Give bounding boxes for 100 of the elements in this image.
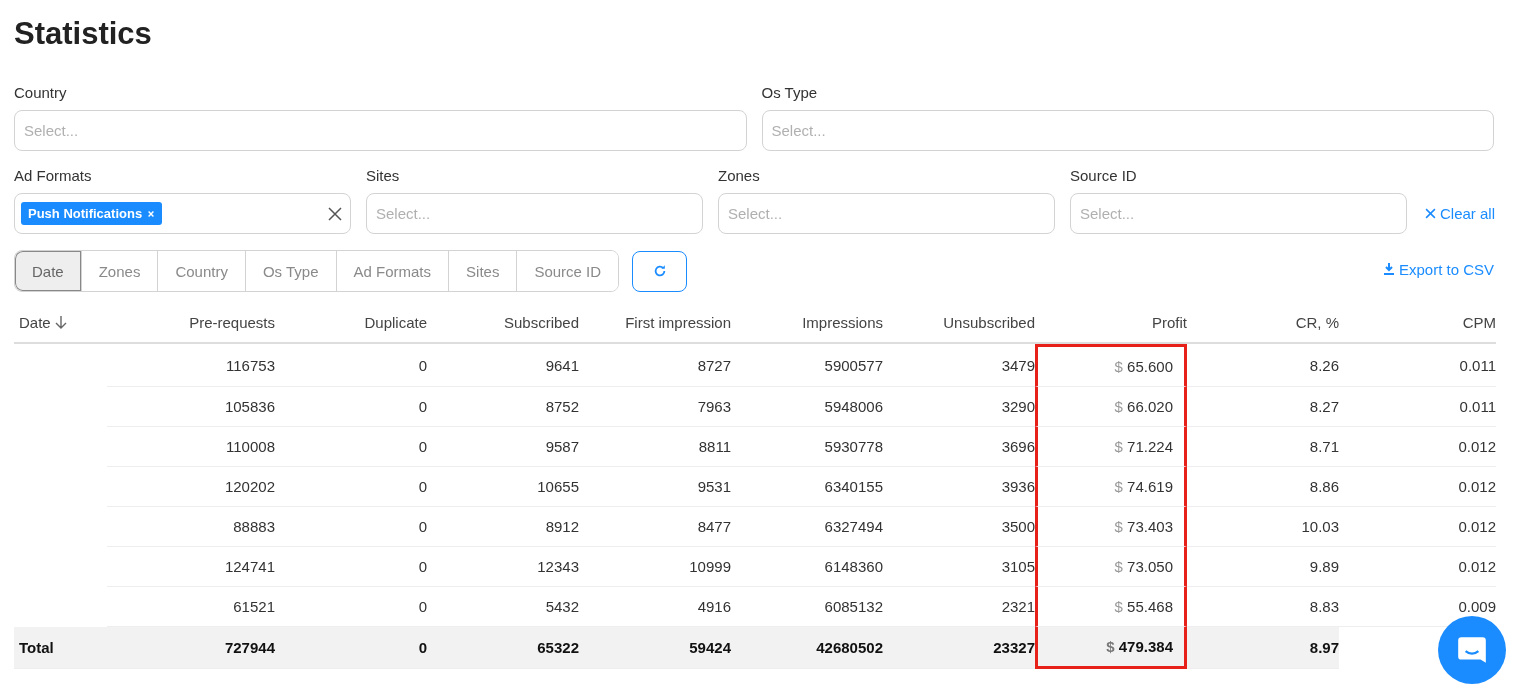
select-field[interactable]: Push Notifications: [14, 193, 351, 234]
table-cell: 8912: [545, 518, 579, 535]
table-cell: 3479: [1001, 356, 1035, 374]
column-header[interactable]: Unsubscribed: [943, 313, 1035, 331]
table-cell: $ 55.468: [1114, 598, 1173, 615]
table-cell: 105836: [224, 398, 275, 415]
table-cell: 8727: [697, 356, 731, 374]
table-cell: 2321: [1001, 598, 1035, 615]
table-cell: 8477: [697, 518, 731, 535]
table-cell: 5948006: [824, 398, 883, 415]
table-cell: 8.83: [1309, 598, 1339, 615]
export-csv-link[interactable]: Export to CSV: [1383, 260, 1494, 278]
table-cell: 9.89: [1309, 558, 1339, 575]
table-cell: $ 73.050: [1114, 558, 1173, 575]
remove-icon[interactable]: [147, 209, 156, 218]
table-cell: 0.012: [1458, 558, 1496, 575]
field-label: Ad Formats: [14, 167, 92, 184]
table-cell: $ 73.403: [1114, 518, 1173, 535]
table-cell: 110008: [226, 438, 275, 455]
total-cell: 727944: [224, 639, 275, 656]
column-header[interactable]: Impressions: [802, 313, 883, 331]
table-cell: 0: [418, 518, 427, 535]
table-cell: 0: [418, 356, 427, 374]
table-cell: 8.26: [1309, 356, 1339, 374]
table-cell: 0.011: [1459, 398, 1496, 415]
table-cell: 0: [418, 398, 427, 415]
table-cell: 12343: [537, 558, 579, 575]
field-label: Sites: [366, 167, 400, 184]
table-cell: 0.011: [1459, 356, 1496, 374]
sort-arrow-icon[interactable]: [54, 315, 67, 329]
table-cell: 0: [418, 558, 427, 575]
select-field[interactable]: Select...: [718, 193, 1055, 234]
table-cell: 10.03: [1301, 518, 1339, 535]
total-cell: $ 479.384: [1106, 638, 1173, 655]
column-header[interactable]: Duplicate: [364, 313, 427, 331]
table-cell: 0: [418, 598, 427, 615]
table-cell: $ 66.020: [1114, 398, 1173, 415]
column-header[interactable]: Profit: [1152, 313, 1187, 331]
select-field[interactable]: Select...: [14, 110, 747, 151]
table-cell: 6085132: [824, 598, 883, 615]
total-cell: 59424: [689, 639, 731, 656]
clear-all-link[interactable]: Clear all: [1425, 193, 1496, 234]
close-icon: [1425, 208, 1436, 219]
total-cell: 8.97: [1309, 639, 1339, 656]
table-cell: $ 65.600: [1114, 358, 1173, 375]
table-cell: 6327494: [824, 518, 883, 535]
column-header[interactable]: Date: [19, 313, 67, 331]
column-header[interactable]: CPM: [1462, 313, 1496, 331]
table-cell: 9531: [697, 478, 731, 495]
refresh-button[interactable]: [632, 250, 688, 292]
table-cell: 116753: [226, 356, 275, 374]
table-cell: 6148360: [824, 558, 883, 575]
group-by-tab[interactable]: Date: [15, 251, 81, 291]
total-cell: Total: [19, 639, 54, 656]
table-cell: 3936: [1001, 478, 1035, 495]
total-cell: 65322: [537, 639, 579, 656]
select-field[interactable]: Select...: [366, 193, 703, 234]
table-cell: 8.71: [1309, 438, 1339, 455]
select-field[interactable]: Select...: [1070, 193, 1407, 234]
column-header[interactable]: Pre-requests: [189, 313, 275, 331]
column-header[interactable]: First impression: [625, 313, 731, 331]
table-cell: 8752: [545, 398, 579, 415]
download-icon: [1383, 263, 1394, 275]
field-label: Os Type: [761, 84, 818, 101]
table-cell: 0: [418, 478, 427, 495]
column-header[interactable]: CR, %: [1295, 313, 1339, 331]
table-cell: 5930778: [824, 438, 883, 455]
table-cell: $ 71.224: [1114, 438, 1173, 455]
table-cell: $ 74.619: [1114, 478, 1173, 495]
table-cell: 120202: [224, 478, 275, 495]
table-cell: 0.012: [1458, 438, 1496, 455]
table-cell: 61521: [233, 598, 275, 615]
table-cell: 124741: [224, 558, 275, 575]
table-cell: 8.27: [1309, 398, 1339, 415]
table-cell: 8.86: [1309, 478, 1339, 495]
field-label: Source ID: [1070, 167, 1137, 184]
table-cell: 3500: [1001, 518, 1035, 535]
table-cell: 0.012: [1458, 478, 1496, 495]
table-cell: 8811: [698, 438, 731, 455]
table-cell: 7963: [697, 398, 731, 415]
table-cell: 0.012: [1458, 518, 1496, 535]
table-cell: 9641: [545, 356, 579, 374]
total-cell: 42680502: [816, 639, 883, 656]
table-cell: 88883: [233, 518, 275, 535]
table-cell: 4916: [697, 598, 731, 615]
column-header[interactable]: Subscribed: [503, 313, 579, 331]
select-field[interactable]: Select...: [761, 110, 1494, 151]
group-by-tab[interactable]: Source ID: [516, 251, 619, 291]
total-cell: 23327: [993, 639, 1035, 656]
filter-tag[interactable]: Push Notifications: [21, 202, 163, 225]
table-cell: 10655: [537, 478, 579, 495]
table-cell: 9587: [545, 438, 579, 455]
table-cell: 0.009: [1458, 598, 1496, 615]
table-cell: 3105: [1001, 558, 1035, 575]
table-cell: 6340155: [824, 478, 883, 495]
table-cell: 3696: [1001, 438, 1035, 455]
clear-icon[interactable]: [328, 206, 342, 221]
field-label: Zones: [718, 167, 760, 184]
table-cell: 0: [418, 438, 427, 455]
field-label: Country: [14, 84, 67, 101]
